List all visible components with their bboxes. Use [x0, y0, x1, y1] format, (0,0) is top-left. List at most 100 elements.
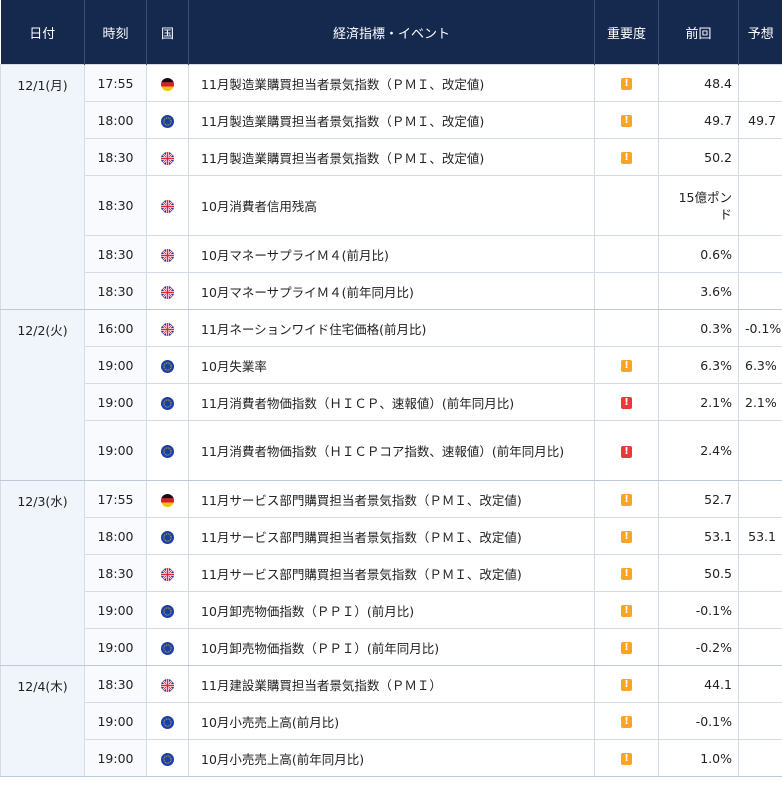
table-row: 18:30 10月消費者信用残高 15億ポンド	[1, 175, 782, 236]
uk-flag-icon	[161, 200, 174, 213]
country-cell	[146, 309, 189, 347]
time-cell: 16:00	[84, 309, 147, 347]
previous-cell: 44.1	[658, 665, 739, 703]
previous-cell: 49.7	[658, 101, 739, 139]
event-cell: 11月製造業購買担当者景気指数（ＰＭＩ、改定値)	[188, 64, 595, 102]
table-row: 12/3(水) 17:55 11月サービス部門購買担当者景気指数（ＰＭＩ、改定値)!…	[0, 480, 782, 666]
uk-flag-icon	[161, 678, 174, 692]
event-cell: 11月製造業購買担当者景気指数（ＰＭＩ、改定値)	[188, 138, 595, 176]
importance-cell: !	[594, 517, 659, 555]
de-flag-icon	[161, 77, 174, 91]
table-row: 12/1(月) 17:55 11月製造業購買担当者景気指数（ＰＭＩ、改定値)! 48.…	[0, 64, 782, 310]
table-row: 18:00 11月製造業購買担当者景気指数（ＰＭＩ、改定値)! 49.7 49.7	[1, 101, 782, 139]
previous-cell: 2.4%	[658, 420, 739, 481]
table-row: 19:00 10月小売売上高(前月比)! -0.1%	[1, 702, 782, 740]
forecast-cell	[738, 628, 782, 666]
previous-cell: 2.1%	[658, 383, 739, 421]
time-cell: 18:30	[84, 138, 147, 176]
country-cell	[146, 272, 189, 310]
importance-cell	[594, 235, 659, 273]
importance-cell: !	[594, 702, 659, 740]
table-row: 18:30 11月製造業購買担当者景気指数（ＰＭＩ、改定値)! 50.2	[1, 138, 782, 176]
uk-flag-icon	[161, 248, 174, 262]
table-row: 18:30 10月マネーサプライＭ４(前月比) 0.6%	[1, 235, 782, 273]
medium-importance-icon: !	[621, 753, 632, 765]
header-row: 日付 時刻 国 経済指標・イベント 重要度 前回 予想	[0, 0, 782, 65]
medium-importance-icon: !	[621, 716, 632, 728]
high-importance-icon: !	[621, 397, 632, 409]
importance-cell: !	[594, 628, 659, 666]
forecast-cell: 49.7	[738, 101, 782, 139]
time-cell: 18:30	[84, 235, 147, 273]
eu-flag-icon	[161, 530, 174, 544]
date-cell: 12/4(木)	[0, 665, 85, 777]
country-cell	[146, 175, 189, 236]
time-cell: 17:55	[84, 480, 147, 518]
importance-cell: !	[594, 739, 659, 777]
table-row: 19:00 10月小売売上高(前年同月比)! 1.0%	[1, 739, 782, 777]
eu-flag-icon	[161, 114, 174, 128]
importance-cell: !	[594, 665, 659, 703]
time-cell: 18:30	[84, 272, 147, 310]
event-cell: 11月消費者物価指数（ＨＩＣＰコア指数、速報値）(前年同月比)	[188, 420, 595, 481]
header-country: 国	[146, 0, 189, 65]
time-cell: 18:30	[84, 175, 147, 236]
importance-cell: !	[594, 480, 659, 518]
country-cell	[146, 420, 189, 481]
forecast-cell	[738, 235, 782, 273]
country-cell	[146, 101, 189, 139]
table-row: 18:30 10月マネーサプライＭ４(前年同月比) 3.6%	[1, 272, 782, 310]
previous-cell: -0.1%	[658, 702, 739, 740]
medium-importance-icon: !	[621, 531, 632, 543]
medium-importance-icon: !	[621, 679, 632, 691]
event-cell: 11月消費者物価指数（ＨＩＣＰ、速報値）(前年同月比)	[188, 383, 595, 421]
economic-calendar-table: 日付 時刻 国 経済指標・イベント 重要度 前回 予想 12/1(月) 17:55…	[0, 0, 782, 777]
header-importance: 重要度	[594, 0, 659, 65]
time-cell: 19:00	[84, 591, 147, 629]
previous-cell: 15億ポンド	[658, 175, 739, 236]
previous-cell: 3.6%	[658, 272, 739, 310]
importance-cell	[594, 272, 659, 310]
date-cell: 12/2(火)	[0, 309, 85, 481]
country-cell	[146, 591, 189, 629]
event-cell: 11月建設業購買担当者景気指数（ＰＭＩ）	[188, 665, 595, 703]
time-cell: 19:00	[84, 739, 147, 777]
date-cell: 12/3(水)	[0, 480, 85, 666]
header-date: 日付	[0, 0, 85, 65]
time-cell: 19:00	[84, 346, 147, 384]
medium-importance-icon: !	[621, 78, 632, 90]
country-cell	[146, 383, 189, 421]
importance-cell: !	[594, 420, 659, 481]
previous-cell: 48.4	[658, 64, 739, 102]
table-row: 19:00 11月消費者物価指数（ＨＩＣＰコア指数、速報値）(前年同月比)! 2.4…	[1, 420, 782, 481]
importance-cell: !	[594, 554, 659, 592]
time-cell: 19:00	[84, 702, 147, 740]
table-row: 19:00 10月失業率! 6.3% 6.3%	[1, 346, 782, 384]
time-cell: 18:00	[84, 101, 147, 139]
previous-cell: 6.3%	[658, 346, 739, 384]
forecast-cell	[738, 591, 782, 629]
event-cell: 10月失業率	[188, 346, 595, 384]
country-cell	[146, 138, 189, 176]
forecast-cell	[738, 554, 782, 592]
forecast-cell: 6.3%	[738, 346, 782, 384]
importance-cell: !	[594, 346, 659, 384]
time-cell: 19:00	[84, 383, 147, 421]
high-importance-icon: !	[621, 445, 632, 458]
de-flag-icon	[161, 493, 174, 507]
time-cell: 17:55	[84, 64, 147, 102]
medium-importance-icon: !	[621, 494, 632, 506]
time-cell: 19:00	[84, 628, 147, 666]
importance-cell: !	[594, 383, 659, 421]
country-cell	[146, 235, 189, 273]
time-cell: 19:00	[84, 420, 147, 481]
previous-cell: 52.7	[658, 480, 739, 518]
table-row: 19:00 10月卸売物価指数（ＰＰＩ）(前年同月比)! -0.2%	[1, 628, 782, 666]
medium-importance-icon: !	[621, 152, 632, 164]
medium-importance-icon: !	[621, 568, 632, 580]
forecast-cell	[738, 739, 782, 777]
forecast-cell	[738, 420, 782, 481]
previous-cell: 50.2	[658, 138, 739, 176]
forecast-cell	[738, 665, 782, 703]
event-cell: 10月卸売物価指数（ＰＰＩ）(前月比)	[188, 591, 595, 629]
